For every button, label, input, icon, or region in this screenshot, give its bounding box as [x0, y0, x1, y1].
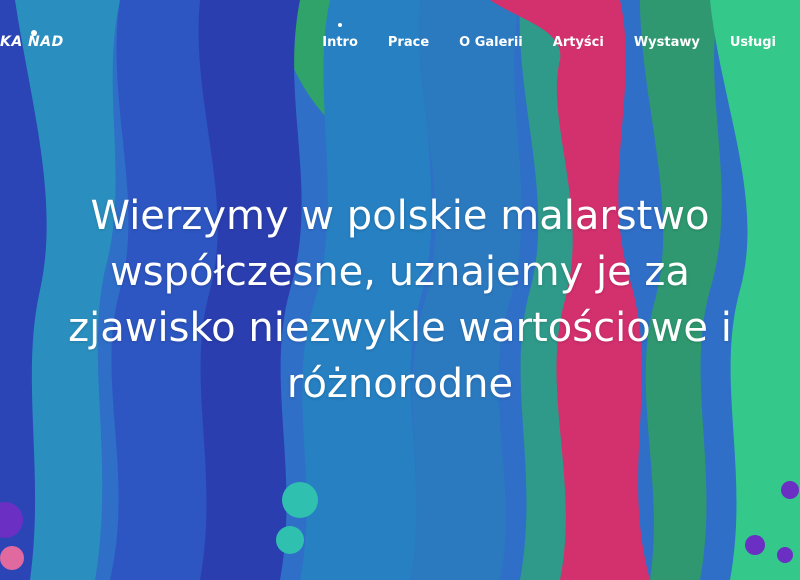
nav-item-label: Artyści [552, 35, 604, 50]
site-logo[interactable]: KA NAD [0, 34, 64, 50]
nav-item-o-galerii[interactable]: O Galerii [459, 35, 523, 50]
nav-item-label: Prace [387, 35, 430, 50]
nav-item-label: Wystawy [633, 35, 700, 50]
nav-item-artysci[interactable]: Artyści [553, 35, 604, 50]
nav-item-wystawy[interactable]: Wystawy [634, 35, 700, 50]
nav-item-label: Usługi [729, 35, 776, 50]
main-navigation: Intro Prace O Galerii Artyści Wystawy Us… [322, 23, 776, 50]
nav-item-uslugi[interactable]: Usługi [730, 35, 776, 50]
hero-section: KA NAD Intro Prace O Galerii Artyści Wys… [0, 0, 800, 580]
nav-item-intro[interactable]: Intro [322, 23, 358, 50]
logo-dot [31, 30, 37, 36]
hero-headline: Wierzymy w polskie malarstwo współczesne… [68, 193, 732, 407]
nav-item-label: O Galerii [459, 35, 523, 50]
nav-item-prace[interactable]: Prace [388, 35, 429, 50]
nav-item-label: Intro [322, 35, 358, 50]
